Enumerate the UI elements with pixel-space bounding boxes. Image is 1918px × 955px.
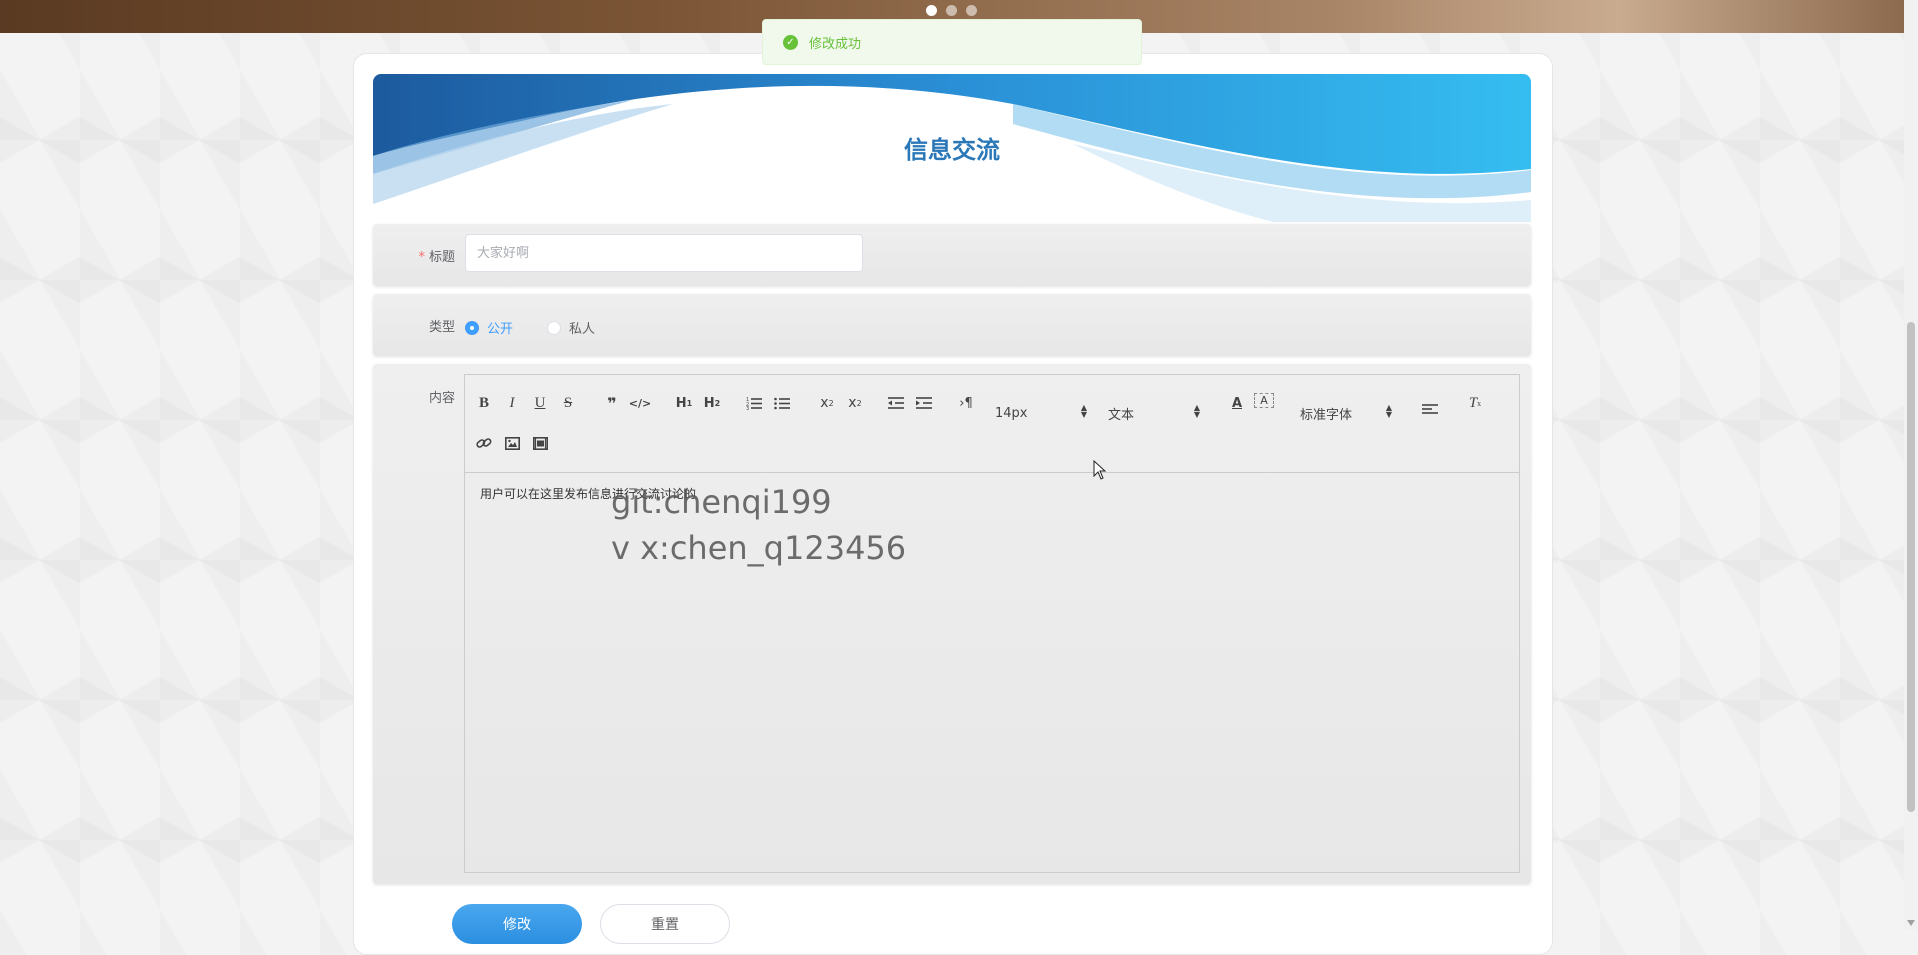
font-color-icon[interactable]: A <box>1228 393 1246 413</box>
superscript-icon[interactable]: x2 <box>845 393 865 413</box>
code-block-icon[interactable]: </> <box>629 393 651 413</box>
success-toast: ✓ 修改成功 <box>762 19 1142 65</box>
editor-body-text: 用户可以在这里发布信息进行交流讨论的 <box>480 487 697 501</box>
font-family-value: 标准字体 <box>1300 407 1353 423</box>
underline-icon[interactable]: U <box>531 393 549 413</box>
text-direction-icon[interactable]: ›¶ <box>957 393 975 413</box>
type-form-row: 类型 公开 私人 <box>373 294 1531 356</box>
scroll-down-arrow-icon[interactable] <box>1907 920 1915 926</box>
blockquote-icon[interactable]: ❞ <box>603 393 621 413</box>
radio-public-label: 公开 <box>487 322 514 337</box>
page-header: 信息交流 <box>373 74 1531 222</box>
type-label: 类型 <box>428 320 455 335</box>
font-family-arrows-icon: ▲ ▼ <box>1385 403 1392 419</box>
carousel-dot-1[interactable] <box>926 5 937 16</box>
toast-message: 修改成功 <box>809 36 862 52</box>
font-size-arrows-icon: ▲ ▼ <box>1080 403 1087 419</box>
mouse-cursor-icon <box>1093 460 1107 480</box>
strike-icon[interactable]: S <box>559 393 577 413</box>
radio-public-circle[interactable] <box>465 320 479 335</box>
carousel-dot-3[interactable] <box>966 5 977 16</box>
image-icon[interactable] <box>503 433 521 453</box>
outdent-icon[interactable] <box>887 393 905 413</box>
align-icon[interactable] <box>1421 399 1439 419</box>
radio-public[interactable]: 公开 <box>465 318 513 337</box>
title-label: * 标题 <box>373 246 455 265</box>
italic-icon[interactable]: I <box>503 393 521 413</box>
submit-button[interactable]: 修改 <box>452 904 582 944</box>
link-icon[interactable] <box>475 433 493 453</box>
font-size-picker[interactable]: 14px ▲ ▼ <box>995 402 1087 424</box>
scrollbar-thumb[interactable] <box>1907 322 1915 812</box>
title-input[interactable] <box>465 234 863 272</box>
bold-icon[interactable]: B <box>475 393 493 413</box>
editor-toolbar: B I U S ❞ </> H1 H2 123 x2 x2 ›¶ 14px ▲ … <box>465 375 1519 473</box>
editor-content[interactable]: 用户可以在这里发布信息进行交流讨论的 <box>465 473 1519 896</box>
header-1-icon[interactable]: H1 <box>673 393 695 413</box>
bullet-list-icon[interactable] <box>773 393 791 413</box>
background-color-icon[interactable]: A <box>1254 393 1274 408</box>
reset-button[interactable]: 重置 <box>600 904 730 944</box>
video-icon[interactable] <box>531 433 549 453</box>
clear-format-icon[interactable]: Tx <box>1465 393 1485 413</box>
check-circle-icon: ✓ <box>783 34 798 50</box>
ordered-list-icon[interactable]: 123 <box>745 393 763 413</box>
indent-icon[interactable] <box>915 393 933 413</box>
radio-private-circle[interactable] <box>547 320 561 335</box>
subscript-icon[interactable]: x2 <box>817 393 837 413</box>
radio-private-label: 私人 <box>569 322 596 337</box>
svg-text:3: 3 <box>746 406 749 410</box>
rich-text-editor: B I U S ❞ </> H1 H2 123 x2 x2 ›¶ 14px ▲ … <box>464 374 1520 873</box>
carousel-indicators <box>926 5 977 16</box>
title-form-row: * 标题 <box>373 224 1531 286</box>
content-form-row: 内容 B I U S ❞ </> H1 H2 123 x2 x2 ›¶ 14px… <box>373 364 1531 884</box>
header-2-icon[interactable]: H2 <box>701 393 723 413</box>
font-family-picker[interactable]: 标准字体 ▲ ▼ <box>1300 402 1392 424</box>
title-label-text: 标题 <box>428 250 455 265</box>
radio-private[interactable]: 私人 <box>547 318 595 337</box>
header-picker[interactable]: 文本 ▲ ▼ <box>1108 402 1200 424</box>
content-label: 内容 <box>428 391 455 406</box>
font-size-value: 14px <box>995 405 1028 421</box>
header-picker-value: 文本 <box>1108 407 1135 423</box>
header-picker-arrows-icon: ▲ ▼ <box>1193 403 1200 419</box>
carousel-dot-2[interactable] <box>946 5 957 16</box>
required-mark: * <box>418 250 425 265</box>
page-scrollbar[interactable] <box>1904 0 1918 930</box>
page-title: 信息交流 <box>904 136 1000 164</box>
